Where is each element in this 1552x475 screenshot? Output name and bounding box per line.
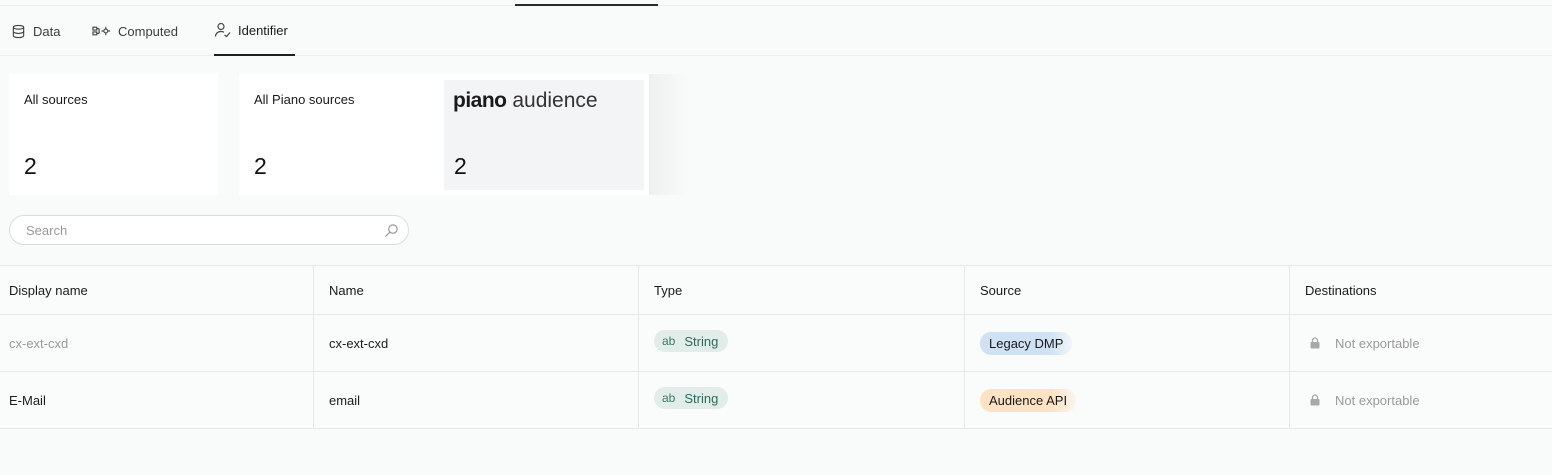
lock-icon xyxy=(1310,394,1320,406)
column-header-display-name[interactable]: Display name xyxy=(0,266,314,314)
string-type-icon: ab xyxy=(662,391,676,405)
column-header-type[interactable]: Type xyxy=(639,266,965,314)
source-card-all-piano-sources[interactable]: All Piano sources 2 piano audience 2 xyxy=(239,74,649,195)
piano-audience-logo: piano audience xyxy=(453,89,598,113)
source-card-count: 2 xyxy=(24,153,37,179)
source-badge: Legacy DMP xyxy=(980,331,1073,355)
cell-source: Audience API xyxy=(965,372,1290,428)
search-input[interactable] xyxy=(26,222,376,239)
tab-computed[interactable]: Computed xyxy=(92,6,178,56)
search-box xyxy=(9,215,409,245)
cell-display-name: cx-ext-cxd xyxy=(0,315,314,371)
source-card-count: 2 xyxy=(254,153,267,179)
destinations-status: Not exportable xyxy=(1305,336,1420,351)
destinations-status: Not exportable xyxy=(1305,393,1420,408)
type-label: String xyxy=(684,333,719,349)
tab-computed-label: Computed xyxy=(118,23,178,39)
column-header-source[interactable]: Source xyxy=(965,266,1290,314)
cell-name: cx-ext-cxd xyxy=(314,315,639,371)
tab-data-label: Data xyxy=(33,23,61,39)
cell-name: email xyxy=(314,372,639,428)
cell-type: ab String xyxy=(639,372,965,428)
source-badge: Audience API xyxy=(980,388,1077,412)
source-card-count: 2 xyxy=(454,153,467,179)
source-card-label: All sources xyxy=(24,92,88,107)
source-card-all-sources[interactable]: All sources 2 xyxy=(9,74,218,195)
cell-destinations: Not exportable xyxy=(1290,372,1552,428)
logo-brand: piano xyxy=(453,89,507,112)
logo-product: audience xyxy=(512,89,598,112)
user-check-icon xyxy=(214,22,231,38)
table-row[interactable]: E-Mail email ab String Audience API Not … xyxy=(0,372,1552,429)
destinations-label: Not exportable xyxy=(1335,392,1420,408)
table-row[interactable]: cx-ext-cxd cx-ext-cxd ab String Legacy D… xyxy=(0,315,1552,372)
table-header-row: Display name Name Type Source Destinatio… xyxy=(0,265,1552,315)
tab-bar: Data Computed Identifier xyxy=(0,6,1552,56)
type-badge: ab String xyxy=(654,330,729,352)
cell-type: ab String xyxy=(639,315,965,371)
database-icon xyxy=(11,24,26,39)
tab-data[interactable]: Data xyxy=(11,6,60,56)
computed-icon xyxy=(92,25,111,37)
column-header-name[interactable]: Name xyxy=(314,266,639,314)
source-card-piano-audience[interactable]: piano audience 2 xyxy=(444,80,644,190)
source-card-label: All Piano sources xyxy=(254,92,355,107)
cards-scroll-fade xyxy=(649,74,689,195)
tab-identifier[interactable]: Identifier xyxy=(214,6,295,56)
cell-destinations: Not exportable xyxy=(1290,315,1552,371)
string-type-icon: ab xyxy=(662,334,676,348)
type-badge: ab String xyxy=(654,387,729,409)
destinations-label: Not exportable xyxy=(1335,335,1420,351)
identifier-table: Display name Name Type Source Destinatio… xyxy=(0,265,1552,429)
type-label: String xyxy=(684,390,719,406)
search-icon[interactable] xyxy=(384,223,399,243)
lock-icon xyxy=(1310,337,1320,349)
tab-identifier-label: Identifier xyxy=(238,22,288,38)
cell-source: Legacy DMP xyxy=(965,315,1290,371)
column-header-destinations[interactable]: Destinations xyxy=(1290,266,1552,314)
cell-display-name: E-Mail xyxy=(0,372,314,428)
